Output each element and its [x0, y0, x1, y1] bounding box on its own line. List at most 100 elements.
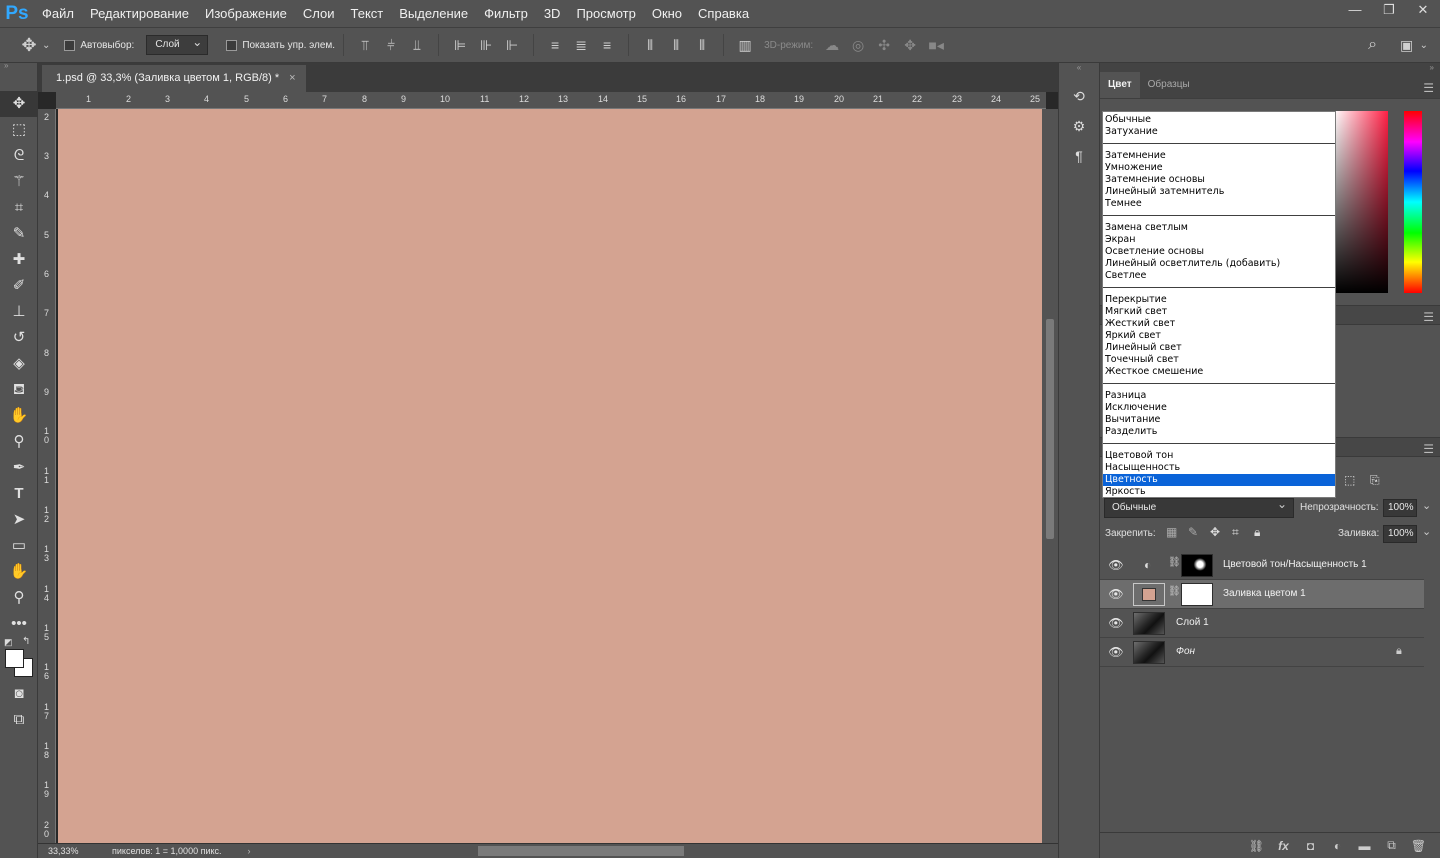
document-canvas[interactable] — [58, 109, 1042, 843]
brush-tool-icon[interactable]: ✐ — [0, 273, 38, 299]
crop-tool-icon[interactable]: ⌗ — [0, 195, 38, 221]
blend-mode-option[interactable]: Умножение — [1103, 162, 1335, 174]
screen-mode-icon[interactable]: ⧉ — [0, 707, 38, 733]
new-layer-icon[interactable]: ⧉ — [1378, 838, 1405, 853]
paint-bucket-tool-icon[interactable]: ⛾ — [0, 377, 38, 403]
visibility-eye-icon[interactable]: 👁︎ — [1108, 587, 1124, 601]
swap-colors-icon[interactable]: ↰ — [22, 636, 30, 647]
auto-align-icon[interactable]: ▥ — [732, 37, 758, 54]
lock-transparency-icon[interactable]: ▦ — [1166, 525, 1177, 539]
blend-mode-option[interactable]: Вычитание — [1103, 414, 1335, 426]
color-field[interactable] — [1334, 111, 1388, 293]
align-right-icon[interactable]: ⊩ — [499, 37, 525, 54]
panel-menu-icon[interactable]: ☰ — [1423, 310, 1434, 324]
distribute-hcenter-icon[interactable]: ⦀ — [663, 37, 689, 54]
distribute-right-icon[interactable]: ⦀ — [689, 37, 715, 54]
layer-thumbnail[interactable] — [1133, 612, 1165, 635]
layer-mask-thumbnail[interactable] — [1181, 554, 1213, 577]
menu-file[interactable]: Файл — [34, 0, 82, 28]
blend-mode-option[interactable]: Насыщенность — [1103, 462, 1335, 474]
delete-layer-icon[interactable]: 🗑︎ — [1405, 839, 1432, 853]
blend-mode-option[interactable]: Светлее — [1103, 270, 1335, 282]
blend-mode-option[interactable]: Осветление основы — [1103, 246, 1335, 258]
blend-mode-option[interactable]: Разделить — [1103, 426, 1335, 438]
menu-filter[interactable]: Фильтр — [476, 0, 536, 28]
distribute-vcenter-icon[interactable]: ≣ — [568, 37, 594, 54]
path-selection-tool-icon[interactable]: ➤ — [0, 507, 38, 533]
layer-row[interactable]: 👁︎ ⛓︎ Заливка цветом 1 — [1100, 580, 1424, 609]
distribute-top-icon[interactable]: ≡ — [542, 37, 568, 53]
lock-pixels-icon[interactable]: ✎ — [1188, 525, 1198, 539]
menu-window[interactable]: Окно — [644, 0, 690, 28]
distribute-bottom-icon[interactable]: ≡ — [594, 37, 620, 53]
tab-color[interactable]: Цвет — [1100, 72, 1140, 98]
blend-mode-option[interactable]: Яркость — [1103, 486, 1335, 498]
horizontal-scroll-thumb[interactable] — [478, 846, 684, 856]
fill-field[interactable]: 100% — [1383, 525, 1417, 543]
filter-smart-icon[interactable]: ⎘ — [1370, 473, 1380, 488]
foreground-color-swatch[interactable] — [5, 649, 24, 668]
blend-mode-option[interactable]: Линейный свет — [1103, 342, 1335, 354]
new-group-icon[interactable]: ▬ — [1351, 839, 1378, 853]
dodge-tool-icon[interactable]: ⚲ — [0, 429, 38, 455]
status-menu-icon[interactable]: › — [248, 846, 251, 856]
autoselect-target-select[interactable]: Слой — [146, 33, 209, 55]
menu-select[interactable]: Выделение — [391, 0, 476, 28]
layer-name[interactable]: Цветовой тон/Насыщенность 1 — [1223, 559, 1367, 570]
hand-tool-icon[interactable]: ✋ — [0, 559, 38, 585]
chevron-down-icon[interactable]: ⌄ — [1422, 525, 1431, 538]
restore-button[interactable]: ❐ — [1372, 0, 1406, 20]
history-panel-icon[interactable]: ⟲ — [1059, 81, 1099, 111]
layer-thumbnail[interactable] — [1133, 641, 1165, 664]
align-top-icon[interactable]: ⫪ — [352, 37, 378, 54]
minimize-button[interactable]: — — [1338, 0, 1372, 20]
chevron-down-icon[interactable]: ⌄ — [1422, 499, 1431, 512]
3d-scale-icon[interactable]: ■◂ — [923, 37, 949, 54]
3d-slide-icon[interactable]: ✥ — [897, 37, 923, 54]
layer-name[interactable]: Фон — [1176, 646, 1195, 657]
blend-mode-option[interactable]: Исключение — [1103, 402, 1335, 414]
menu-image[interactable]: Изображение — [197, 0, 295, 28]
link-layers-icon[interactable]: ⛓︎ — [1243, 839, 1270, 853]
visibility-eye-icon[interactable]: 👁︎ — [1108, 616, 1124, 630]
new-adjustment-icon[interactable]: ◐ — [1324, 839, 1351, 853]
opacity-field[interactable]: 100% — [1383, 499, 1417, 517]
3d-orbit-icon[interactable]: ☁ — [819, 37, 845, 54]
healing-brush-tool-icon[interactable]: ✚ — [0, 247, 38, 273]
panel-menu-icon[interactable]: ☰ — [1423, 81, 1434, 95]
align-bottom-icon[interactable]: ⫫ — [404, 37, 430, 54]
lasso-tool-icon[interactable]: ᘓ — [0, 143, 38, 169]
default-colors-icon[interactable]: ◩ — [4, 637, 13, 648]
menu-edit[interactable]: Редактирование — [82, 0, 197, 28]
quick-mask-icon[interactable]: ◙ — [0, 681, 38, 707]
blend-mode-select[interactable]: Обычные — [1104, 495, 1294, 518]
menu-3d[interactable]: 3D — [536, 0, 569, 28]
show-transform-checkbox[interactable] — [226, 39, 238, 51]
blend-mode-option[interactable]: Темнее — [1103, 198, 1335, 210]
fill-layer-thumbnail[interactable] — [1133, 583, 1165, 606]
blend-mode-option[interactable]: Жесткое смешение — [1103, 366, 1335, 378]
blur-tool-icon[interactable]: ✋ — [0, 403, 38, 429]
filter-shape-icon[interactable]: ⬚ — [1344, 473, 1355, 487]
zoom-tool-icon[interactable]: ⚲ — [0, 585, 38, 611]
panel-menu-icon[interactable]: ☰ — [1423, 442, 1434, 456]
hue-slider[interactable] — [1404, 111, 1422, 293]
distribute-left-icon[interactable]: ⦀ — [637, 37, 663, 54]
eyedropper-tool-icon[interactable]: ✎ — [0, 221, 38, 247]
blend-mode-option[interactable]: Жесткий свет — [1103, 318, 1335, 330]
menu-help[interactable]: Справка — [690, 0, 757, 28]
expand-icon[interactable]: « — [1059, 63, 1099, 81]
blend-mode-option[interactable]: Затемнение — [1103, 150, 1335, 162]
lock-all-icon[interactable]: 🔒︎ — [1254, 525, 1260, 540]
layer-name[interactable]: Слой 1 — [1176, 617, 1209, 628]
rectangle-tool-icon[interactable]: ▭ — [0, 533, 38, 559]
marquee-tool-icon[interactable]: ⬚ — [0, 117, 38, 143]
layer-style-icon[interactable]: fx — [1270, 839, 1297, 853]
vertical-scrollbar[interactable] — [1042, 109, 1058, 843]
blend-mode-option[interactable]: Экран — [1103, 234, 1335, 246]
menu-type[interactable]: Текст — [343, 0, 392, 28]
pen-tool-icon[interactable]: ✒ — [0, 455, 38, 481]
visibility-eye-icon[interactable]: 👁︎ — [1108, 558, 1124, 572]
blend-mode-option[interactable]: Точечный свет — [1103, 354, 1335, 366]
close-window-button[interactable]: ✕ — [1406, 0, 1440, 20]
